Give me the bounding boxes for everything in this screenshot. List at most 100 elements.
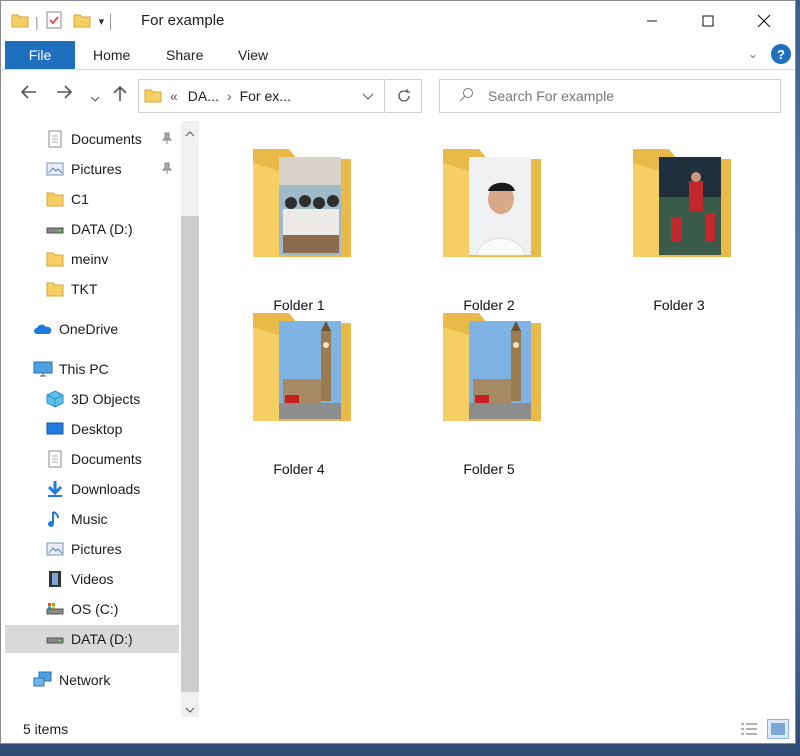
sidebar-item-downloads[interactable]: Downloads: [45, 475, 140, 503]
sidebar-item-documents-pinned[interactable]: Documents: [45, 125, 181, 153]
address-bar[interactable]: « DA... › For ex...: [138, 79, 385, 113]
pictures-icon: [45, 159, 65, 179]
sidebar-item-label: Desktop: [71, 421, 123, 437]
forward-button[interactable]: [56, 84, 74, 105]
minimize-button[interactable]: [629, 7, 675, 35]
sidebar-item-label: C1: [71, 191, 89, 207]
sidebar-item-label: Videos: [71, 571, 114, 587]
breadcrumb-current[interactable]: For ex...: [240, 88, 291, 104]
quick-access-separator: |: [35, 13, 39, 30]
navigation-pane: Documents Pictures C1 DATA (D:) meinv TK…: [1, 121, 201, 717]
sidebar-item-c1[interactable]: C1: [45, 185, 89, 213]
sidebar-item-label: OneDrive: [59, 321, 119, 337]
item-count: 5 items: [23, 721, 69, 737]
folder-thumbnail-icon: [443, 149, 541, 257]
sidebar-item-3d-objects[interactable]: 3D Objects: [45, 385, 140, 413]
sidebar-item-label: TKT: [71, 281, 98, 297]
scroll-down-icon[interactable]: [185, 701, 195, 717]
chevron-down-icon[interactable]: [362, 89, 374, 105]
sidebar-item-tkt[interactable]: TKT: [45, 275, 97, 303]
pictures-icon: [45, 539, 65, 559]
sidebar-item-pictures[interactable]: Pictures: [45, 535, 122, 563]
tab-file[interactable]: File: [5, 41, 75, 69]
onedrive-icon: [33, 319, 53, 339]
folder-item-4[interactable]: Folder 4: [239, 311, 359, 477]
file-list: Folder 1 Folder 2 Folder 3 Folder 4 Fold…: [201, 121, 795, 717]
title-separator: [110, 13, 112, 30]
help-icon[interactable]: ?: [771, 44, 791, 64]
documents-icon: [45, 129, 65, 149]
status-bar: 5 items: [1, 717, 795, 743]
sidebar-item-pictures-pinned[interactable]: Pictures: [45, 155, 181, 183]
folder-icon: [11, 11, 29, 32]
sidebar-item-label: 3D Objects: [71, 391, 141, 407]
close-button[interactable]: [741, 7, 787, 35]
maximize-button[interactable]: [685, 7, 731, 35]
sidebar-item-documents[interactable]: Documents: [45, 445, 142, 473]
folder-item-5[interactable]: Folder 5: [429, 311, 549, 477]
computer-icon: [33, 359, 53, 379]
folder-item-2[interactable]: Folder 2: [429, 147, 549, 313]
sidebar-item-label: DATA (D:): [71, 221, 133, 237]
pin-icon[interactable]: [161, 131, 173, 147]
sidebar-item-data-drive-selected[interactable]: DATA (D:): [5, 625, 179, 653]
large-icons-view-icon[interactable]: [767, 719, 789, 739]
sidebar-item-music[interactable]: Music: [45, 505, 108, 533]
music-icon: [45, 509, 65, 529]
up-button[interactable]: [112, 84, 128, 107]
navigation-bar: « DA... › For ex... Search For example: [1, 71, 795, 121]
breadcrumb-data[interactable]: DA...: [188, 88, 219, 104]
sidebar-item-label: meinv: [71, 251, 109, 267]
documents-icon: [45, 449, 65, 469]
sidebar-item-label: Documents: [71, 131, 142, 147]
folder-icon: [45, 249, 65, 269]
scroll-up-icon[interactable]: [185, 125, 195, 141]
details-view-icon[interactable]: [739, 721, 759, 740]
folder-icon: [45, 279, 65, 299]
network-icon: [33, 670, 53, 690]
sidebar-item-label: Downloads: [71, 481, 141, 497]
sidebar-item-os-drive[interactable]: OS (C:): [45, 595, 118, 623]
folder-item-3[interactable]: Folder 3: [619, 147, 739, 313]
pin-icon[interactable]: [161, 161, 173, 177]
folder-label: Folder 3: [653, 297, 705, 313]
file-explorer-window: | ▾ For example File Home Share View ⌄ ?: [0, 0, 796, 744]
sidebar-item-onedrive[interactable]: OneDrive: [33, 315, 118, 343]
back-button[interactable]: [19, 84, 37, 105]
address-overflow[interactable]: «: [170, 88, 178, 104]
folder-label: Folder 5: [463, 461, 515, 477]
sidebar-item-label: Pictures: [71, 161, 122, 177]
quick-access-toolbar: | ▾: [11, 11, 117, 32]
tab-share[interactable]: Share: [166, 47, 203, 63]
desktop-icon: [45, 419, 65, 439]
downloads-icon: [45, 479, 65, 499]
customize-toolbar-icon[interactable]: ▾: [99, 15, 105, 28]
refresh-icon: [397, 89, 410, 102]
tab-view[interactable]: View: [238, 47, 268, 63]
folder-thumbnail-icon: [443, 313, 541, 421]
search-box[interactable]: Search For example: [439, 79, 781, 113]
folder-thumbnail-icon: [253, 313, 351, 421]
sidebar-scrollbar[interactable]: [181, 121, 199, 717]
sidebar-item-this-pc[interactable]: This PC: [33, 355, 109, 383]
sidebar-item-desktop[interactable]: Desktop: [45, 415, 122, 443]
refresh-button[interactable]: [386, 79, 422, 113]
sidebar-item-videos[interactable]: Videos: [45, 565, 114, 593]
drive-icon: [45, 629, 65, 649]
tab-home[interactable]: Home: [93, 47, 130, 63]
sidebar-item-label: Documents: [71, 451, 142, 467]
sidebar-item-meinv[interactable]: meinv: [45, 245, 108, 273]
chevron-right-icon[interactable]: ›: [227, 88, 232, 104]
drive-icon: [45, 219, 65, 239]
sidebar-item-data-drive[interactable]: DATA (D:): [45, 215, 133, 243]
scrollbar-thumb[interactable]: [181, 216, 199, 692]
properties-icon[interactable]: [45, 11, 63, 32]
recent-locations-button[interactable]: [90, 87, 100, 108]
folder-item-1[interactable]: Folder 1: [239, 147, 359, 313]
search-input[interactable]: Search For example: [488, 88, 614, 104]
new-folder-icon[interactable]: [73, 11, 91, 32]
os-drive-icon: [45, 599, 65, 619]
sidebar-item-network[interactable]: Network: [33, 666, 110, 694]
sidebar-item-label: OS (C:): [71, 601, 119, 617]
expand-ribbon-icon[interactable]: ⌄: [748, 47, 758, 61]
